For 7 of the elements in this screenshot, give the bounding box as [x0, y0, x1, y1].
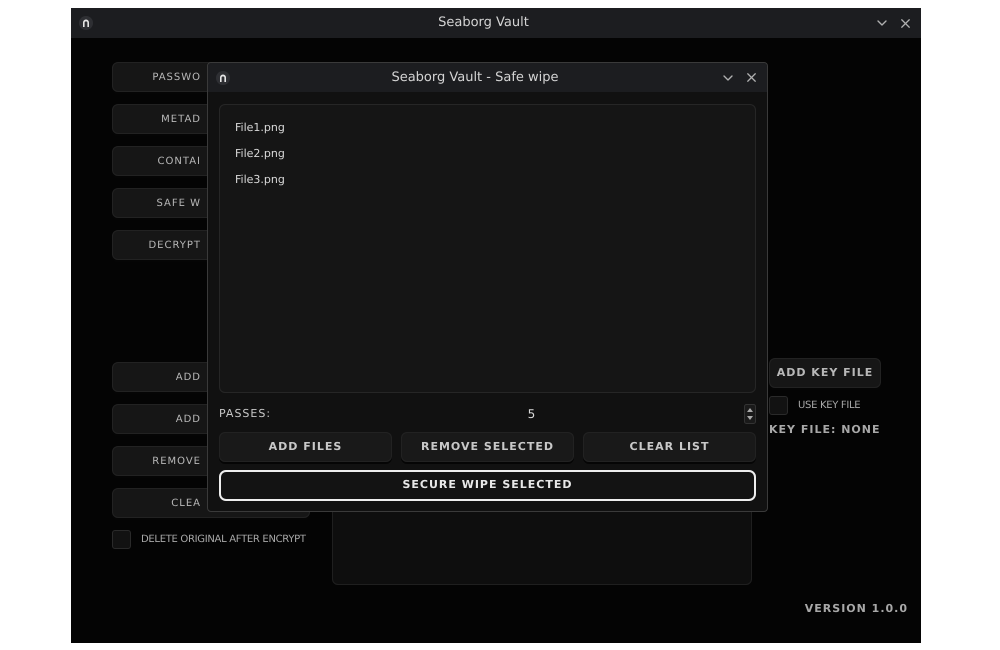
checkbox-label: USE KEY FILE — [798, 399, 860, 413]
passes-label: PASSES: — [219, 406, 272, 422]
window-title: Seaborg Vault — [437, 14, 530, 32]
window-title: Seaborg Vault - Safe wipe — [390, 68, 560, 87]
key-file-status: KEY FILE: NONE — [769, 422, 882, 438]
version-label: VERSION 1.0.0 — [804, 600, 908, 616]
checkbox-label: DELETE ORIGINAL AFTER ENCRYPT — [141, 533, 306, 547]
